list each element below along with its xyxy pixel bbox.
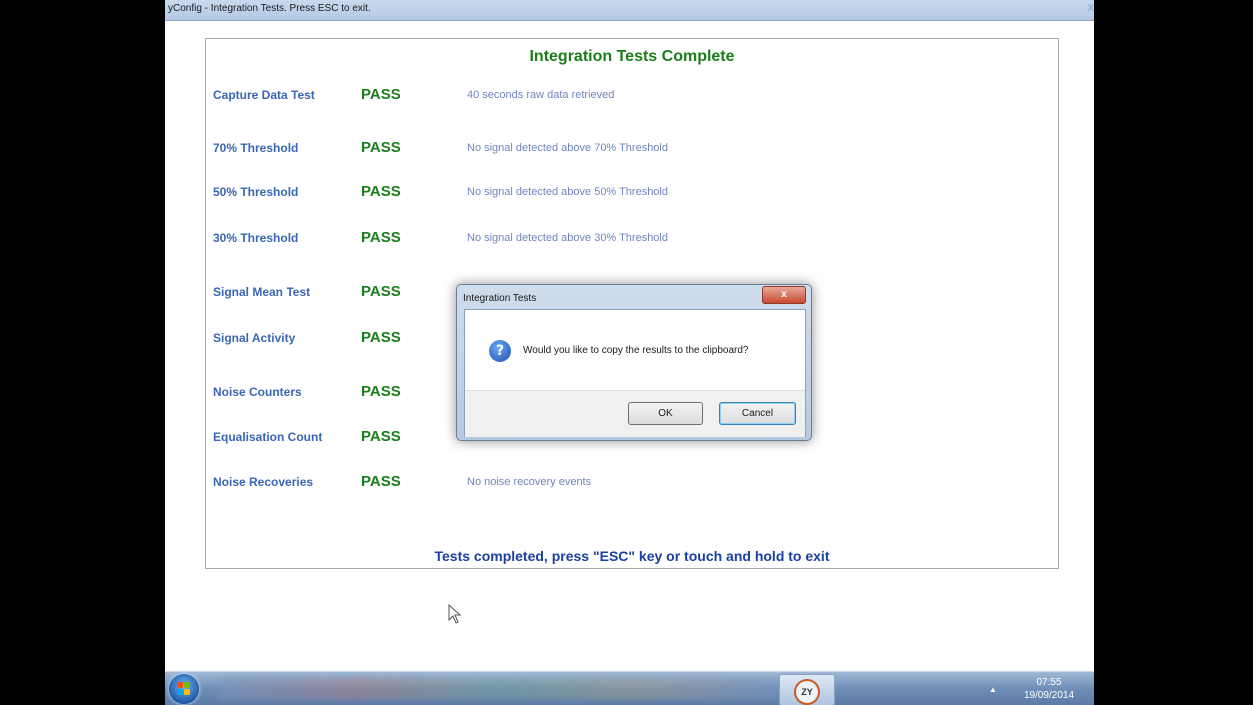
- test-status: PASS: [361, 229, 401, 246]
- test-row: 70% Threshold PASS No signal detected ab…: [206, 138, 1058, 160]
- test-name: 30% Threshold: [213, 231, 299, 245]
- mouse-cursor-icon: [448, 604, 462, 624]
- zy-app-icon: ZY: [794, 679, 820, 705]
- results-heading: Integration Tests Complete: [529, 48, 735, 65]
- test-name: Signal Activity: [213, 331, 296, 345]
- test-status: PASS: [361, 183, 401, 200]
- test-status: PASS: [361, 86, 401, 103]
- test-row: Capture Data Test PASS 40 seconds raw da…: [206, 85, 1058, 107]
- test-detail: No signal detected above 30% Threshold: [467, 232, 668, 244]
- test-status: PASS: [361, 473, 401, 490]
- test-detail: No signal detected above 70% Threshold: [467, 142, 668, 154]
- window-title: yConfig - Integration Tests. Press ESC t…: [168, 3, 371, 14]
- dialog-message: Would you like to copy the results to th…: [523, 345, 749, 356]
- windows-logo-icon: [177, 682, 191, 696]
- test-status: PASS: [361, 329, 401, 346]
- test-status: PASS: [361, 139, 401, 156]
- start-button[interactable]: [169, 674, 199, 704]
- test-detail: No signal detected above 50% Threshold: [467, 186, 668, 198]
- test-name: Equalisation Count: [213, 430, 323, 444]
- question-icon: ?: [489, 340, 511, 362]
- test-name: Noise Recoveries: [213, 475, 314, 489]
- test-name: 70% Threshold: [213, 141, 299, 155]
- window-close-button[interactable]: X: [1087, 3, 1094, 14]
- taskbar: ZY ▲ 07:55 19/09/2014: [165, 671, 1094, 705]
- cancel-button[interactable]: Cancel: [719, 402, 796, 425]
- copy-results-dialog: Integration Tests x ? Would you like to …: [456, 284, 812, 441]
- test-row: 30% Threshold PASS No signal detected ab…: [206, 228, 1058, 250]
- clock-date: 19/09/2014: [1023, 690, 1075, 701]
- taskbar-blurred-region: [217, 678, 777, 700]
- ok-button[interactable]: OK: [628, 402, 703, 425]
- test-status: PASS: [361, 383, 401, 400]
- test-name: Noise Counters: [213, 385, 302, 399]
- test-detail: No noise recovery events: [467, 476, 592, 488]
- window-titlebar: yConfig - Integration Tests. Press ESC t…: [165, 0, 1094, 21]
- dialog-body: ? Would you like to copy the results to …: [464, 309, 806, 437]
- dialog-close-button[interactable]: x: [762, 286, 806, 304]
- test-detail: 40 seconds raw data retrieved: [467, 89, 615, 101]
- taskbar-app-zy[interactable]: ZY: [779, 674, 835, 705]
- show-hidden-icons-button[interactable]: ▲: [989, 685, 997, 694]
- test-name: Capture Data Test: [213, 88, 315, 102]
- test-status: PASS: [361, 283, 401, 300]
- test-row: Noise Recoveries PASS No noise recovery …: [206, 472, 1058, 494]
- desktop-screen: yConfig - Integration Tests. Press ESC t…: [165, 0, 1094, 705]
- clock-time: 07:55: [1036, 677, 1062, 688]
- test-row: 50% Threshold PASS No signal detected ab…: [206, 182, 1058, 204]
- dialog-title: Integration Tests: [463, 293, 537, 304]
- test-status: PASS: [361, 428, 401, 445]
- test-name: Signal Mean Test: [213, 285, 311, 299]
- exit-instructions: Tests completed, press "ESC" key or touc…: [434, 548, 830, 564]
- test-name: 50% Threshold: [213, 185, 299, 199]
- taskbar-clock[interactable]: 07:55 19/09/2014: [1010, 676, 1088, 702]
